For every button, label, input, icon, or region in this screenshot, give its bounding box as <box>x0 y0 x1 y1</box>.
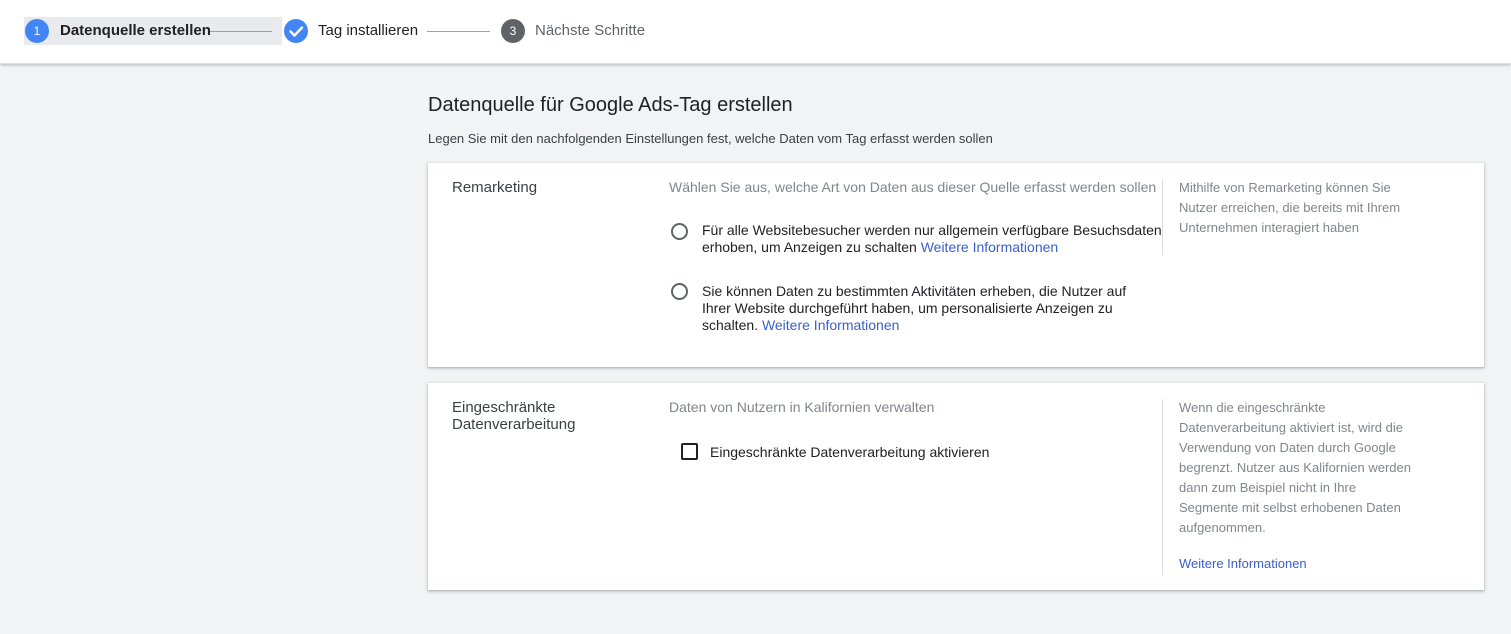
restricted-processing-help-text: Wenn die eingeschränkte Datenverarbeitun… <box>1179 400 1411 535</box>
radio-specific-activity-data[interactable] <box>671 283 688 300</box>
step-connector-2 <box>427 31 490 32</box>
restricted-processing-description: Daten von Nutzern in Kalifornien verwalt… <box>669 399 935 415</box>
restricted-processing-checkbox[interactable] <box>681 443 698 460</box>
step-3-number: 3 <box>501 19 525 43</box>
restricted-processing-learn-more-link[interactable]: Weitere Informationen <box>1179 554 1307 574</box>
restricted-processing-card: Eingeschränkte Datenverarbeitung Daten v… <box>428 383 1484 590</box>
option-general-visit-data[interactable]: Für alle Websitebesucher werden nur allg… <box>702 222 1162 256</box>
page-title: Datenquelle für Google Ads-Tag erstellen <box>428 94 793 116</box>
remarketing-description: Wählen Sie aus, welche Art von Daten aus… <box>669 179 1157 195</box>
remarketing-divider <box>1162 179 1163 255</box>
checkmark-icon <box>284 19 308 43</box>
step-3-label[interactable]: Nächste Schritte <box>535 21 645 41</box>
restricted-processing-divider <box>1162 399 1163 575</box>
step-2-label[interactable]: Tag installieren <box>318 21 418 41</box>
step-1-number: 1 <box>25 19 49 43</box>
page-subtitle: Legen Sie mit den nachfolgenden Einstell… <box>428 131 993 146</box>
remarketing-card: Remarketing Wählen Sie aus, welche Art v… <box>428 163 1484 367</box>
restricted-processing-checkbox-label[interactable]: Eingeschränkte Datenverarbeitung aktivie… <box>710 444 989 461</box>
remarketing-title: Remarketing <box>452 179 538 196</box>
radio-general-visit-data[interactable] <box>671 223 688 240</box>
step-connector-1 <box>210 31 272 32</box>
restricted-processing-title: Eingeschränkte Datenverarbeitung <box>452 399 576 433</box>
remarketing-help-text: Mithilfe von Remarketing können Sie Nutz… <box>1179 180 1401 235</box>
option-2-learn-more-link[interactable]: Weitere Informationen <box>762 317 899 333</box>
option-specific-activity-data[interactable]: Sie können Daten zu bestimmten Aktivität… <box>702 283 1142 334</box>
stepper-header: 1 Datenquelle erstellen Tag installieren… <box>0 0 1511 64</box>
step-1-label[interactable]: Datenquelle erstellen <box>60 21 211 41</box>
option-1-learn-more-link[interactable]: Weitere Informationen <box>921 239 1058 255</box>
